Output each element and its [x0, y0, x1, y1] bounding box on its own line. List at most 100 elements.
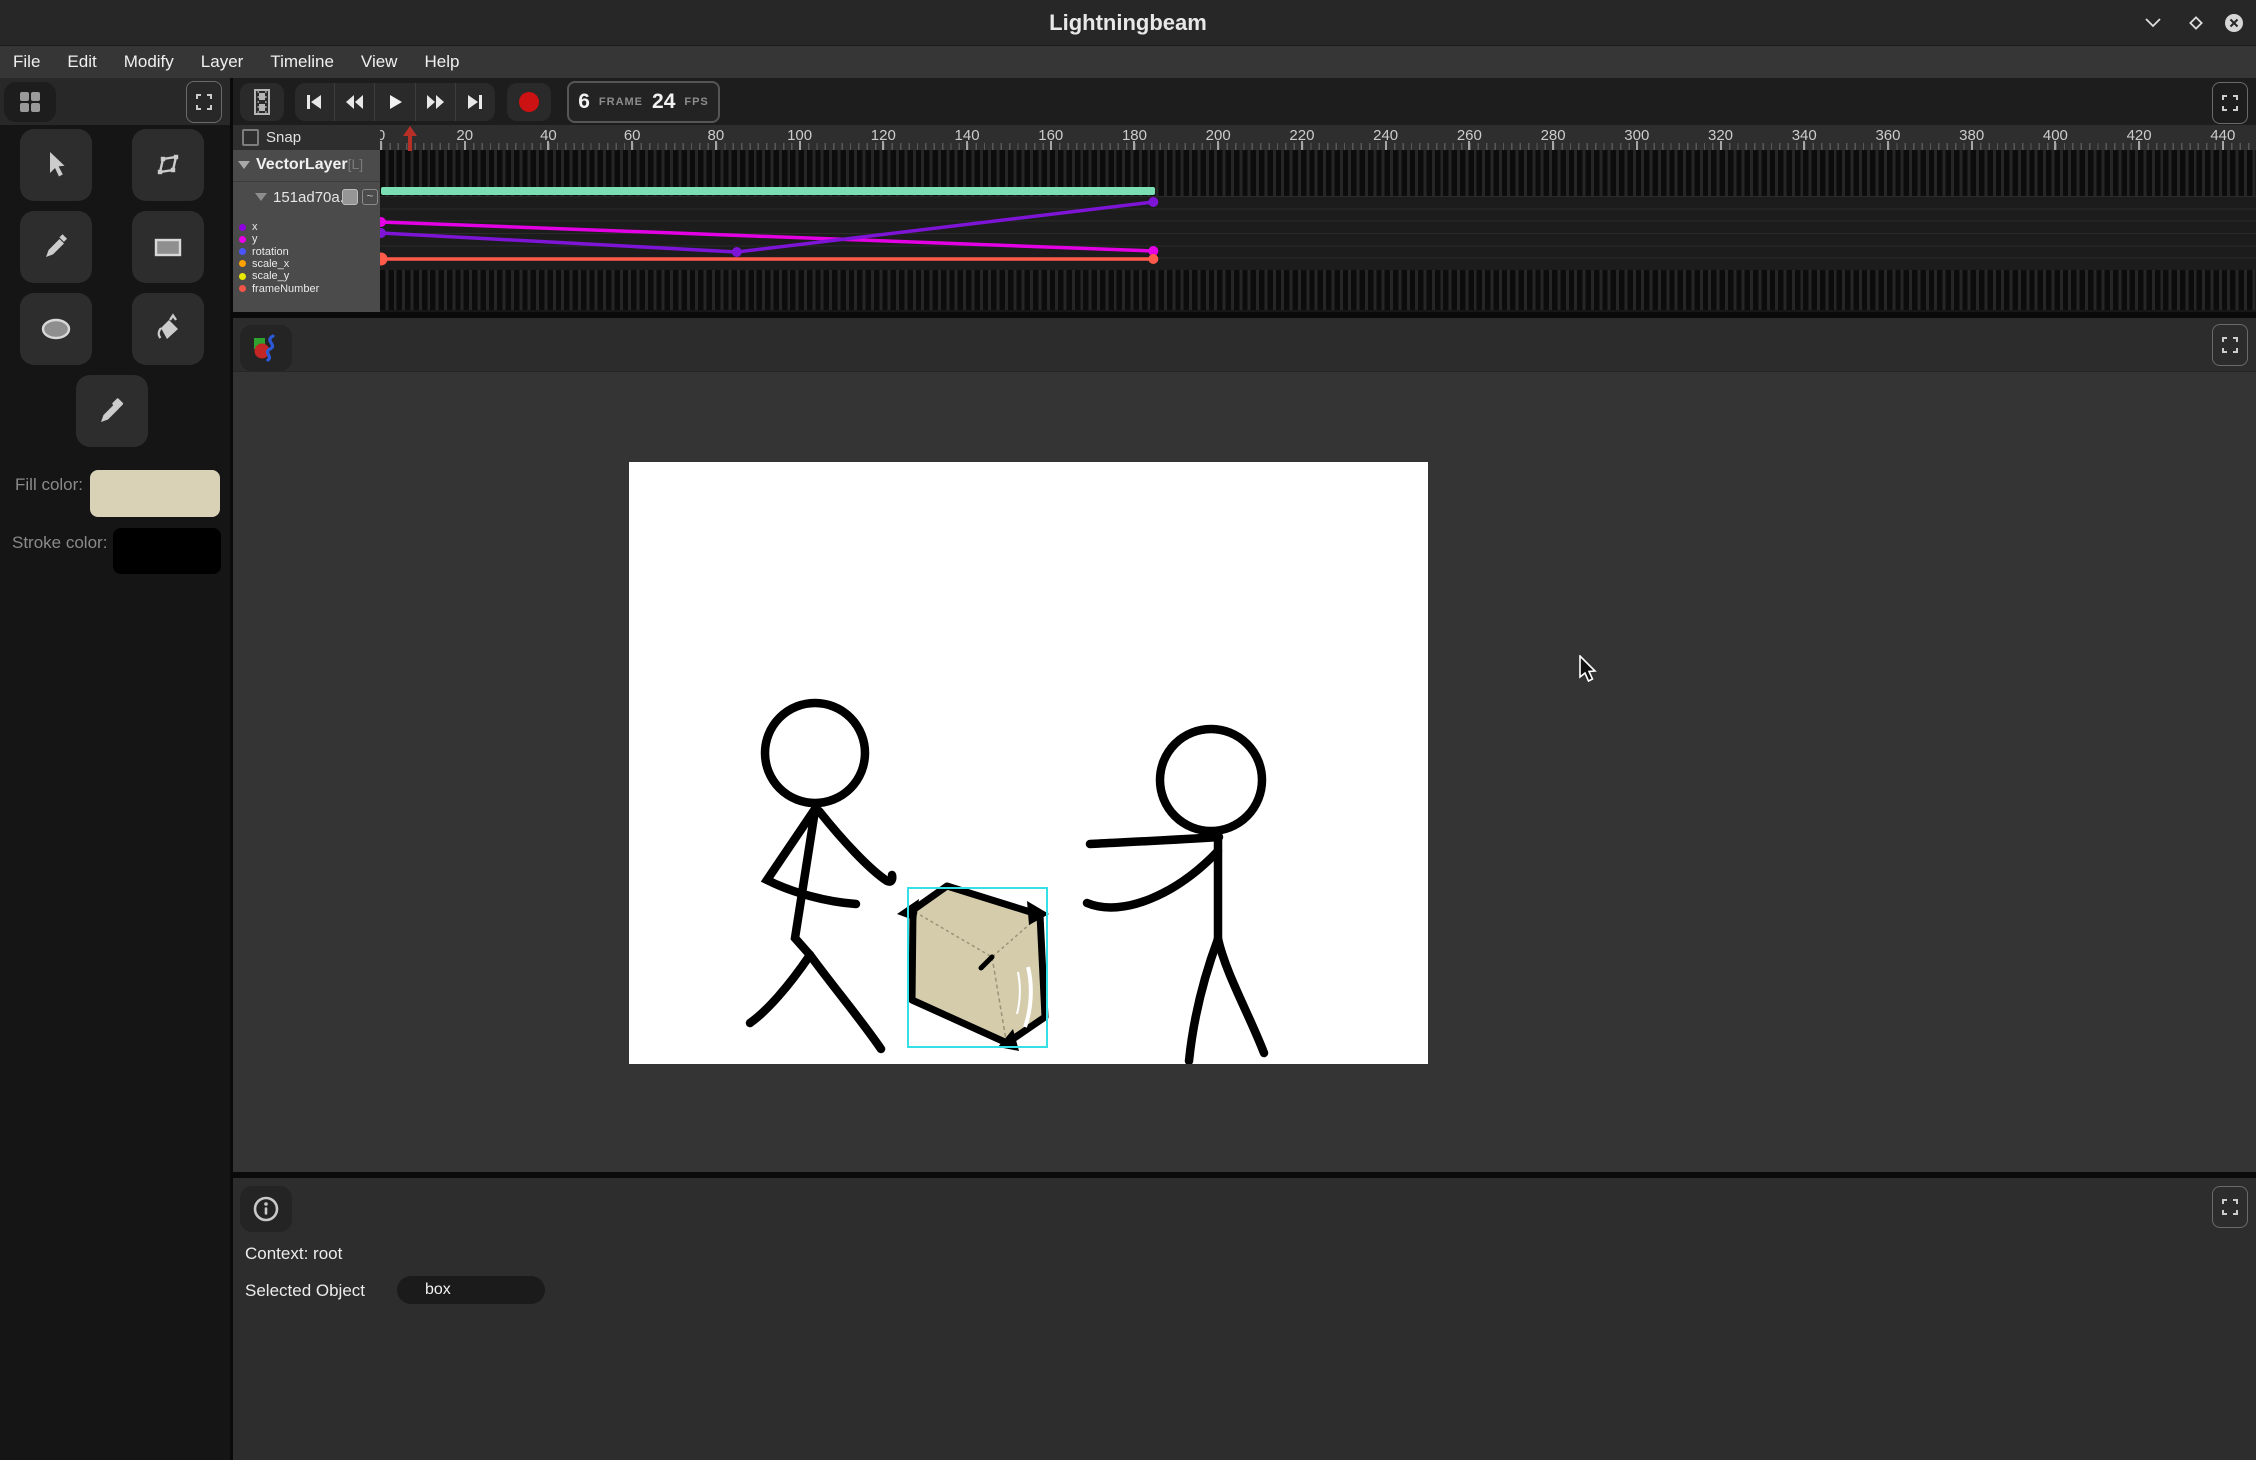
property-color-dot [239, 224, 246, 231]
close-button[interactable] [2222, 11, 2246, 35]
ruler-major-tick [1050, 141, 1052, 150]
skip-end-icon [464, 92, 486, 112]
frame-value: 6 [578, 90, 590, 114]
expand-icon [195, 93, 213, 111]
timeline-expand-button[interactable] [2212, 82, 2248, 124]
selected-object-dropdown[interactable]: box [397, 1276, 545, 1304]
menu-item-modify[interactable]: Modify [124, 52, 174, 72]
property-color-dot [239, 273, 246, 280]
ruler-major-tick [1971, 141, 1973, 150]
close-icon [2224, 13, 2244, 33]
property-row-scale_y[interactable]: scale_y [233, 270, 380, 282]
ruler-major-tick [2138, 141, 2140, 150]
property-row-scale_x[interactable]: scale_x [233, 258, 380, 270]
property-row-rotation[interactable]: rotation [233, 246, 380, 258]
filmstrip-icon [249, 88, 275, 116]
timeline-ruler[interactable]: 0204060801001201401601802002202402602803… [380, 125, 2256, 150]
fast-forward-button[interactable] [416, 83, 456, 121]
sublayer-row[interactable]: 151ad70a... ~ [233, 183, 380, 211]
titlebar: Lightningbeam [0, 0, 2256, 46]
property-row-x[interactable]: x [233, 221, 380, 233]
film-button[interactable] [240, 83, 284, 121]
expand-icon [2221, 94, 2239, 112]
fill-color-label: Fill color: [15, 475, 83, 495]
pencil-tool-button[interactable] [20, 211, 92, 283]
window-title: Lightningbeam [0, 10, 2256, 36]
skip-to-start-button[interactable] [295, 83, 335, 121]
frame-fps-display[interactable]: 6 FRAME 24 FPS [567, 81, 720, 123]
skip-to-end-button[interactable] [456, 83, 495, 121]
mouse-cursor [1578, 655, 1598, 688]
eyedropper-tool-button[interactable] [76, 375, 148, 447]
ruler-major-tick [1887, 141, 1889, 150]
panel-grid-button[interactable] [4, 82, 56, 122]
rectangle-tool-button[interactable] [132, 211, 204, 283]
play-button[interactable] [375, 83, 415, 121]
property-color-dot [239, 248, 246, 255]
node-edit-icon [152, 149, 184, 181]
stick-figure-left[interactable] [750, 703, 892, 1049]
menu-item-edit[interactable]: Edit [67, 52, 96, 72]
sublayer-square-toggle[interactable] [342, 189, 358, 205]
canvas-panel [233, 318, 2256, 1172]
inspector-expand-button[interactable] [2212, 1186, 2248, 1228]
stick-figure-right[interactable] [1087, 729, 1264, 1061]
fill-color-swatch[interactable] [90, 470, 220, 517]
ruler-major-tick [1468, 141, 1470, 150]
menu-item-help[interactable]: Help [424, 52, 459, 72]
sublayer-collapse-triangle-icon[interactable] [255, 193, 267, 201]
diamond-icon [2187, 14, 2205, 32]
box-object[interactable] [897, 886, 1049, 1051]
ruler-major-tick [1385, 141, 1387, 150]
keyframe-x[interactable] [380, 228, 386, 238]
snap-checkbox[interactable] [242, 129, 259, 146]
ruler-major-tick [380, 141, 382, 150]
paint-bucket-tool-button[interactable] [132, 293, 204, 365]
ellipse-tool-button[interactable] [20, 293, 92, 365]
ruler-major-tick [1301, 141, 1303, 150]
ruler-major-tick [631, 141, 633, 150]
menu-item-view[interactable]: View [361, 52, 398, 72]
expand-icon [2221, 1198, 2239, 1216]
stroke-color-swatch[interactable] [113, 528, 221, 574]
menu-item-timeline[interactable]: Timeline [270, 52, 334, 72]
layer-collapse-triangle-icon[interactable] [238, 161, 250, 169]
info-button[interactable] [240, 1186, 292, 1232]
property-row-y[interactable]: y [233, 233, 380, 245]
keyframe-x[interactable] [1148, 197, 1158, 207]
select-tool-button[interactable] [20, 129, 92, 201]
sublayer-tilde-toggle[interactable]: ~ [362, 189, 378, 205]
property-row-frameNumber[interactable]: frameNumber [233, 283, 380, 295]
property-name: scale_y [252, 270, 289, 282]
tool-panel-expand-button[interactable] [186, 81, 222, 123]
menu-item-layer[interactable]: Layer [201, 52, 244, 72]
playhead-arrow-icon [403, 126, 417, 151]
keyframe-frameNumber[interactable] [380, 253, 388, 266]
rectangle-icon [152, 231, 184, 263]
sublayer-name: 151ad70a... [273, 189, 352, 206]
drawing-canvas[interactable] [629, 462, 1428, 1064]
property-name: y [252, 233, 258, 245]
canvas-expand-button[interactable] [2212, 324, 2248, 366]
layer-row-vectorlayer[interactable]: VectorLayer[L] [233, 150, 380, 182]
keyframe-curves[interactable] [380, 150, 2256, 312]
keyframe-y[interactable] [380, 217, 386, 227]
node-edit-tool-button[interactable] [132, 129, 204, 201]
ruler-major-tick [966, 141, 968, 150]
keyframe-frameNumber[interactable] [1148, 254, 1158, 264]
menu-item-file[interactable]: File [13, 52, 40, 72]
playback-controls [295, 83, 495, 121]
ruler-major-tick [1552, 141, 1554, 150]
record-icon [517, 90, 541, 114]
record-button[interactable] [507, 83, 551, 121]
scene-button[interactable] [240, 325, 292, 371]
keyframe-x[interactable] [732, 247, 742, 257]
frame-unit-label: FRAME [599, 96, 643, 108]
minimize-button[interactable] [2141, 11, 2165, 35]
cursor-arrow-icon [40, 149, 72, 181]
lightningbeam-window: Lightningbeam File Edit Modify Layer Timelin… [0, 0, 2256, 1460]
maximize-button[interactable] [2184, 11, 2208, 35]
tool-panel: Fill color: Stroke color: [0, 78, 230, 1460]
rewind-button[interactable] [335, 83, 375, 121]
playhead[interactable] [403, 126, 417, 151]
